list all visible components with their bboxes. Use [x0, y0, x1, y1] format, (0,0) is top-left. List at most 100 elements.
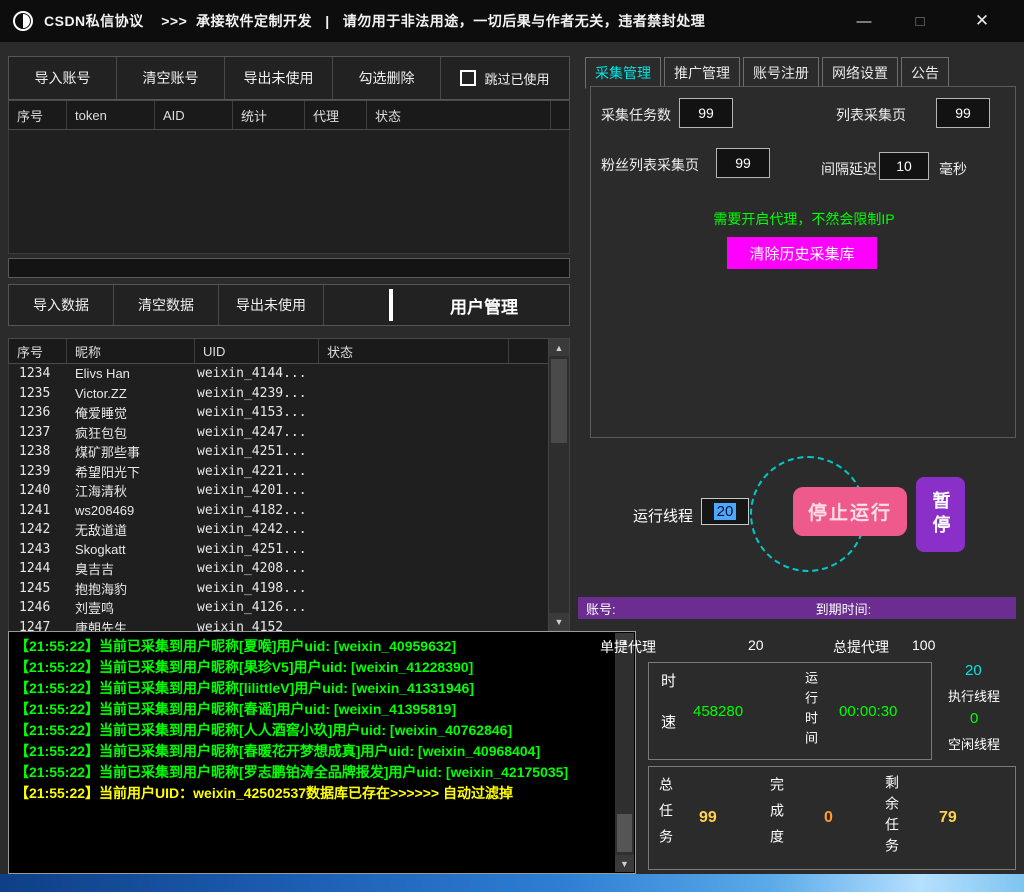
table-cell: weixin_4153...	[195, 405, 319, 420]
task-count-label: 采集任务数	[601, 105, 671, 125]
table-cell: 1234	[9, 366, 67, 381]
total-tasks-label: 总任务	[656, 777, 676, 855]
table-row[interactable]: 1245抱抱海豹weixin_4198...	[9, 579, 548, 599]
tab-promo-manage[interactable]: 推广管理	[664, 57, 740, 89]
table-row[interactable]: 1235Victor.ZZweixin_4239...	[9, 384, 548, 404]
tab-network-settings[interactable]: 网络设置	[822, 57, 898, 89]
column-header[interactable]: 昵称	[67, 339, 195, 363]
window-title: CSDN私信协议 >>> 承接软件定制开发 | 请勿用于非法用途，一切后果与作者…	[44, 11, 705, 31]
table-row[interactable]: 1234Elivs Hanweixin_4144...	[9, 364, 548, 384]
table-row[interactable]: 1246刘壹鸣weixin_4126...	[9, 598, 548, 618]
table-cell: 1235	[9, 386, 67, 401]
table-cell: weixin_4239...	[195, 386, 319, 401]
tab-announcement[interactable]: 公告	[901, 57, 949, 89]
account-status-bar: 账号: 到期时间:	[578, 597, 1016, 619]
list-page-label: 列表采集页	[836, 105, 906, 125]
table-cell: weixin_4208...	[195, 561, 319, 576]
log-line: 【21:55:22】当前用户UID：weixin_42502537数据库已存在>…	[15, 783, 609, 804]
table-cell: 1246	[9, 600, 67, 615]
task-stats-box: 总任务 99 完成度 0 剩余任务 79	[648, 766, 1016, 870]
title-bar[interactable]: CSDN私信协议 >>> 承接软件定制开发 | 请勿用于非法用途，一切后果与作者…	[0, 0, 1024, 42]
table-cell: 1239	[9, 464, 67, 479]
delay-input[interactable]: 10	[879, 152, 929, 180]
import-data-button[interactable]: 导入数据	[9, 285, 114, 325]
table-cell: weixin_4242...	[195, 522, 319, 537]
log-line: 【21:55:22】当前已采集到用户昵称[春暖花开梦想成真]用户uid: [we…	[15, 741, 609, 762]
table-cell: 1245	[9, 581, 67, 596]
log-scrollbar[interactable]: ▲ ▼	[615, 633, 634, 872]
pause-button[interactable]: 暂停	[916, 477, 965, 552]
skip-used-checkbox[interactable]	[460, 70, 476, 86]
task-count-input[interactable]: 99	[679, 98, 733, 128]
fans-page-input[interactable]: 99	[716, 148, 770, 178]
account-table-body[interactable]	[8, 130, 570, 254]
user-table-body: 1234Elivs Hanweixin_4144...1235Victor.ZZ…	[8, 364, 548, 631]
table-row[interactable]: 1239希望阳光下weixin_4221...	[9, 462, 548, 482]
table-cell: weixin_4251...	[195, 444, 319, 459]
remain-tasks-value: 79	[939, 809, 957, 827]
runtime-value: 00:00:30	[839, 703, 897, 720]
tab-account-register[interactable]: 账号注册	[743, 57, 819, 89]
user-manage-button[interactable]: 用户管理	[399, 285, 569, 325]
clear-accounts-button[interactable]: 清空账号	[117, 57, 225, 99]
export-unused-accounts-button[interactable]: 导出未使用	[225, 57, 333, 99]
tab-collect-manage[interactable]: 采集管理	[585, 57, 661, 89]
scroll-up-icon[interactable]: ▲	[549, 339, 569, 356]
export-unused-data-button[interactable]: 导出未使用	[219, 285, 324, 325]
user-toolbar: 导入数据 清空数据 导出未使用 用户管理	[8, 284, 570, 326]
stop-run-button[interactable]: 停止运行	[793, 487, 907, 536]
maximize-button[interactable]: □	[896, 0, 944, 42]
log-line: 【21:55:22】当前已采集到用户昵称[人人酒窖小玖]用户uid: [weix…	[15, 720, 609, 741]
scroll-down-icon[interactable]: ▼	[549, 613, 569, 630]
clear-history-button[interactable]: 清除历史采集库	[727, 237, 877, 269]
column-header[interactable]: 序号	[9, 101, 67, 129]
clear-data-button[interactable]: 清空数据	[114, 285, 219, 325]
user-table-header: 序号 昵称 UID 状态	[8, 338, 570, 364]
column-header[interactable]: UID	[195, 339, 319, 363]
column-header[interactable]: 统计	[233, 101, 305, 129]
close-button[interactable]: ✕	[958, 0, 1006, 42]
column-header[interactable]: AID	[155, 101, 233, 129]
column-header[interactable]: 状态	[367, 101, 551, 129]
thread-count-value: 20	[714, 503, 737, 520]
table-row[interactable]: 1247唐朝先生weixin_4152	[9, 618, 548, 632]
table-cell: ws208469	[67, 503, 195, 518]
table-row[interactable]: 1244臭吉吉weixin_4208...	[9, 559, 548, 579]
proxy-notice-text: 需要开启代理，不然会限制IP	[591, 209, 1017, 229]
scrollbar-thumb[interactable]	[617, 814, 632, 852]
column-header[interactable]: token	[67, 101, 155, 129]
table-cell: weixin_4247...	[195, 425, 319, 440]
column-header[interactable]: 代理	[305, 101, 367, 129]
idle-threads-label: 空闲线程	[948, 734, 1000, 753]
exec-threads-value: 20	[965, 662, 982, 679]
skip-used-label: 跳过已使用	[484, 69, 549, 88]
column-header[interactable]: 状态	[319, 339, 509, 363]
log-line: 【21:55:22】当前已采集到用户昵称[lilittleV]用户uid: [w…	[15, 678, 609, 699]
speed-stats-box: 时速 458280 运行时间 00:00:30	[648, 662, 932, 760]
table-cell: 1244	[9, 561, 67, 576]
table-cell: Victor.ZZ	[67, 386, 195, 401]
table-row[interactable]: 1240江海清秋weixin_4201...	[9, 481, 548, 501]
log-line: 【21:55:22】当前已采集到用户昵称[果珍V5]用户uid: [weixin…	[15, 657, 609, 678]
table-row[interactable]: 1238煤矿那些事weixin_4251...	[9, 442, 548, 462]
scroll-down-icon[interactable]: ▼	[615, 855, 634, 872]
thread-count-input[interactable]: 20	[701, 498, 749, 525]
import-accounts-button[interactable]: 导入账号	[9, 57, 117, 99]
table-row[interactable]: 1242无敌道道weixin_4242...	[9, 520, 548, 540]
user-table-scrollbar[interactable]: ▲ ▼	[548, 338, 570, 631]
scrollbar-thumb[interactable]	[551, 359, 567, 443]
table-row[interactable]: 1237疯狂包包weixin_4247...	[9, 423, 548, 443]
minimize-button[interactable]: —	[840, 0, 888, 42]
check-delete-button[interactable]: 勾选删除	[333, 57, 441, 99]
table-row[interactable]: 1236俺爱睡觉weixin_4153...	[9, 403, 548, 423]
column-header[interactable]: 序号	[9, 339, 67, 363]
fans-page-label: 粉丝列表采集页	[601, 155, 699, 175]
done-value: 0	[824, 809, 833, 827]
table-row[interactable]: 1243Skogkattweixin_4251...	[9, 540, 548, 560]
table-row[interactable]: 1241ws208469weixin_4182...	[9, 501, 548, 521]
table-cell: weixin_4126...	[195, 600, 319, 615]
expire-label: 到期时间:	[816, 599, 872, 618]
table-cell: 1238	[9, 444, 67, 459]
remain-tasks-label: 剩余任务	[882, 775, 902, 859]
list-page-input[interactable]: 99	[936, 98, 990, 128]
